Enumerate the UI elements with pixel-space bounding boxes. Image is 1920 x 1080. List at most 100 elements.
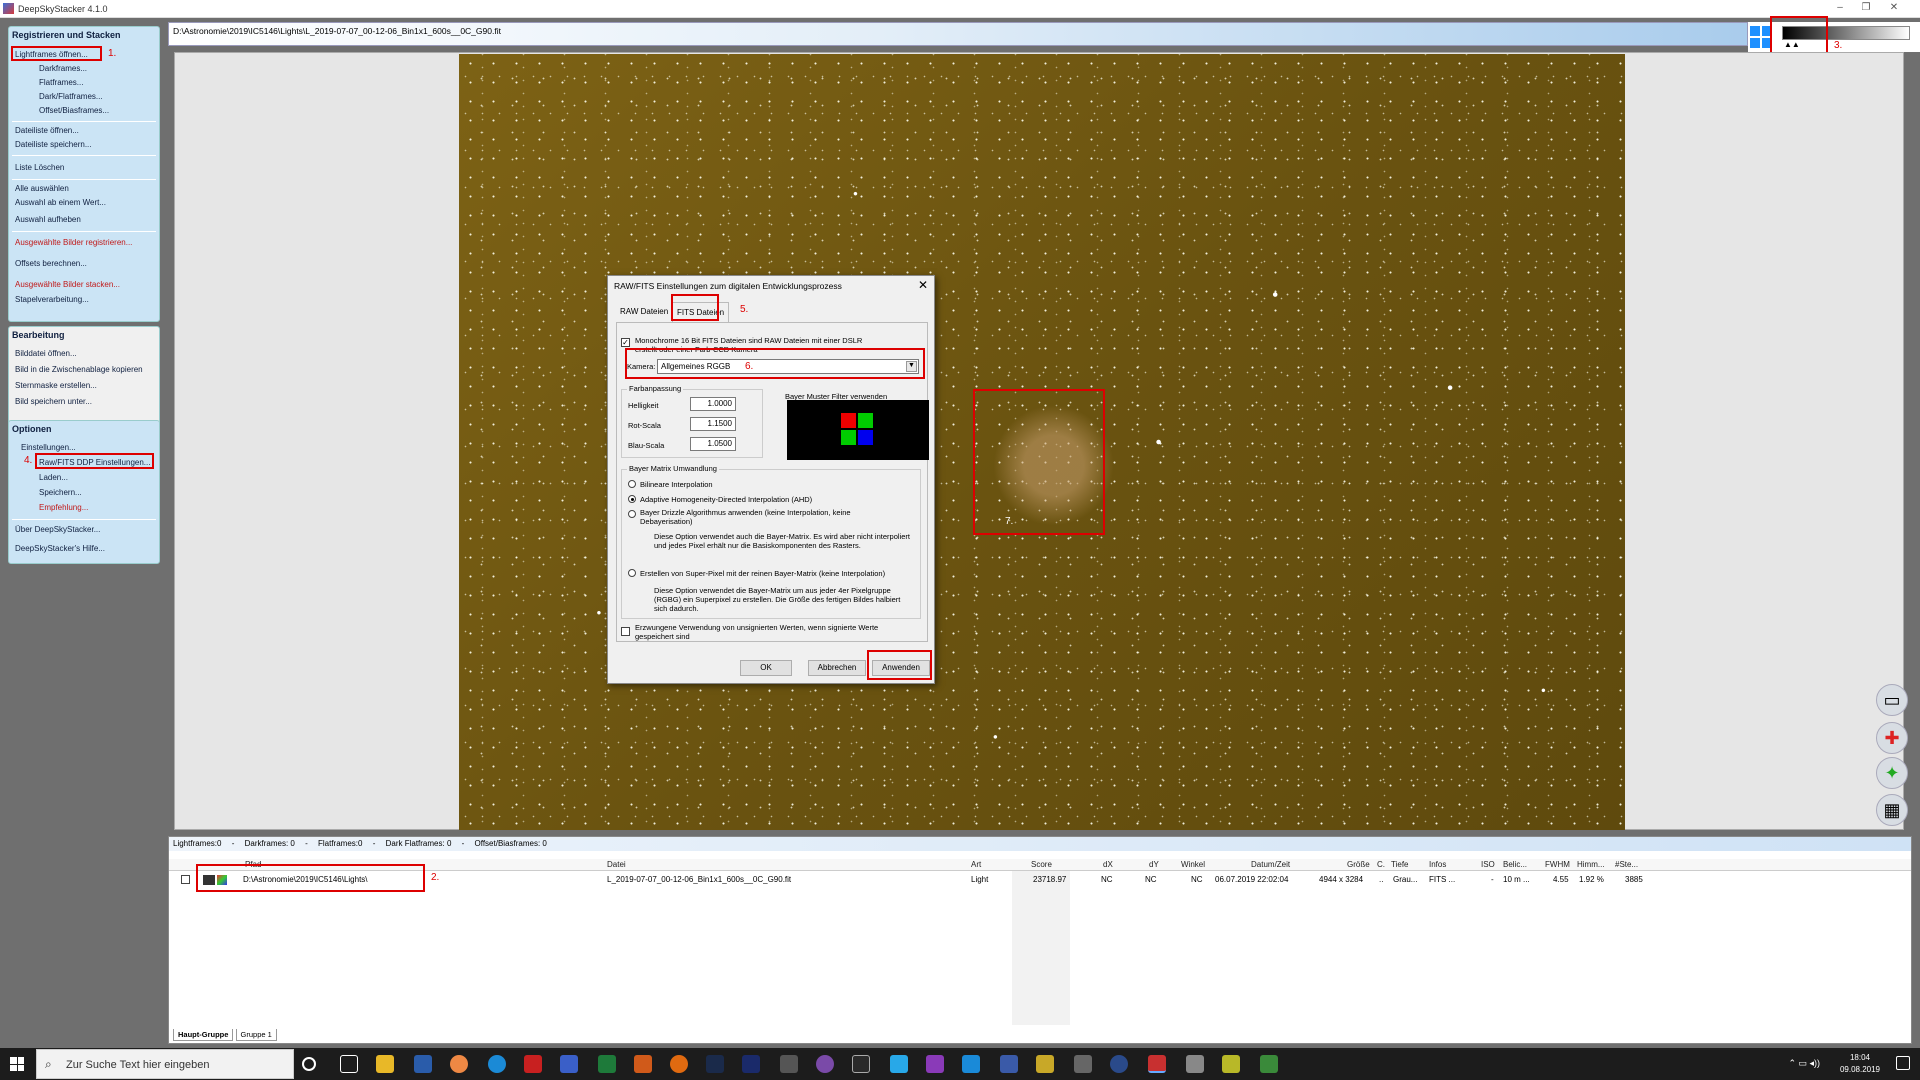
- col-datetime[interactable]: Datum/Zeit: [1251, 860, 1290, 869]
- app-icon[interactable]: [560, 1055, 578, 1073]
- about-link[interactable]: Über DeepSkyStacker...: [15, 525, 100, 534]
- steam-icon[interactable]: [706, 1055, 724, 1073]
- blue-scale-input[interactable]: 1.0500: [690, 437, 736, 451]
- brightness-input[interactable]: 1.0000: [690, 397, 736, 411]
- open-lightframes-link[interactable]: Lightframes öffnen...: [15, 50, 88, 59]
- copy-clipboard-link[interactable]: Bild in die Zwischenablage kopieren: [15, 365, 143, 374]
- superpixel-radio[interactable]: [628, 569, 636, 577]
- red-scale-input[interactable]: 1.1500: [690, 417, 736, 431]
- mail-icon[interactable]: [414, 1055, 432, 1073]
- app-icon[interactable]: [634, 1055, 652, 1073]
- file-explorer-icon[interactable]: [376, 1055, 394, 1073]
- bilinear-radio[interactable]: [628, 480, 636, 488]
- clear-list-link[interactable]: Liste Löschen: [15, 163, 64, 172]
- save-image-link[interactable]: Bild speichern unter...: [15, 397, 92, 406]
- restore-button[interactable]: ❐: [1856, 2, 1876, 16]
- app-icon[interactable]: [926, 1055, 944, 1073]
- camera-select[interactable]: Allgemeines RGGB ▼: [657, 359, 919, 374]
- app-icon[interactable]: [962, 1055, 980, 1073]
- col-depth[interactable]: Tiefe: [1391, 860, 1409, 869]
- notification-icon[interactable]: [1896, 1056, 1910, 1070]
- excel-icon[interactable]: [598, 1055, 616, 1073]
- cortana-icon[interactable]: [302, 1057, 316, 1071]
- ahd-radio[interactable]: [628, 495, 636, 503]
- windows-icon[interactable]: [1750, 26, 1772, 48]
- col-angle[interactable]: Winkel: [1181, 860, 1205, 869]
- chevron-down-icon[interactable]: ▼: [906, 361, 917, 372]
- compute-offsets-link[interactable]: Offsets berechnen...: [15, 259, 87, 268]
- monitor-icon[interactable]: ▭: [1876, 684, 1908, 716]
- taskbar-search[interactable]: ⌕ Zur Suche Text hier eingeben: [36, 1049, 294, 1079]
- star-tool-icon[interactable]: ✦: [1876, 757, 1908, 789]
- col-dy[interactable]: dY: [1149, 860, 1159, 869]
- task-view-icon[interactable]: [340, 1055, 358, 1073]
- app-icon[interactable]: [816, 1055, 834, 1073]
- col-c[interactable]: C.: [1377, 860, 1385, 869]
- close-button[interactable]: ✕: [1884, 2, 1904, 16]
- drizzle-radio[interactable]: [628, 510, 636, 518]
- col-file[interactable]: Datei: [607, 860, 626, 869]
- app-icon[interactable]: [1222, 1055, 1240, 1073]
- triangle-marker-icon[interactable]: ▲▲: [1784, 40, 1800, 49]
- open-image-link[interactable]: Bilddatei öffnen...: [15, 349, 77, 358]
- recommendation-link[interactable]: Empfehlung...: [39, 503, 88, 512]
- settings-link[interactable]: Einstellungen...: [21, 443, 76, 452]
- histogram-slider[interactable]: [1782, 26, 1910, 40]
- app-icon[interactable]: [1036, 1055, 1054, 1073]
- force-unsigned-checkbox[interactable]: [621, 627, 630, 636]
- col-type[interactable]: Art: [971, 860, 981, 869]
- windows-start-icon[interactable]: [10, 1057, 24, 1071]
- tab-group-1[interactable]: Gruppe 1: [235, 1029, 277, 1041]
- minimize-button[interactable]: –: [1830, 2, 1850, 16]
- save-link[interactable]: Speichern...: [39, 488, 82, 497]
- stack-selected-link[interactable]: Ausgewählte Bilder stacken...: [15, 280, 120, 289]
- col-score[interactable]: Score: [1031, 860, 1052, 869]
- save-filelist-link[interactable]: Dateiliste speichern...: [15, 140, 91, 149]
- star-mask-link[interactable]: Sternmaske erstellen...: [15, 381, 97, 390]
- col-fwhm[interactable]: FWHM: [1545, 860, 1570, 869]
- apply-button[interactable]: Anwenden: [872, 660, 930, 676]
- ok-button[interactable]: OK: [740, 660, 792, 676]
- col-dx[interactable]: dX: [1103, 860, 1113, 869]
- col-exposure[interactable]: Belic...: [1503, 860, 1527, 869]
- lightroom-icon[interactable]: [852, 1055, 870, 1073]
- col-sky[interactable]: Himm...: [1577, 860, 1605, 869]
- tab-raw-files[interactable]: RAW Dateien: [616, 302, 672, 322]
- deselect-link[interactable]: Auswahl aufheben: [15, 215, 81, 224]
- row-checkbox[interactable]: [181, 875, 190, 884]
- col-iso[interactable]: ISO: [1481, 860, 1495, 869]
- batch-processing-link[interactable]: Stapelverarbeitung...: [15, 295, 89, 304]
- chrome-icon[interactable]: [450, 1055, 468, 1073]
- app-icon[interactable]: [1074, 1055, 1092, 1073]
- app-icon[interactable]: [1186, 1055, 1204, 1073]
- darkframes-link[interactable]: Darkframes...: [39, 64, 87, 73]
- app-icon[interactable]: [670, 1055, 688, 1073]
- raw-fits-settings-link[interactable]: Raw/FITS DDP Einstellungen...: [39, 458, 150, 467]
- app-icon[interactable]: [1260, 1055, 1278, 1073]
- col-info[interactable]: Infos: [1429, 860, 1446, 869]
- mono-fits-checkbox[interactable]: ✓: [621, 338, 630, 347]
- select-threshold-link[interactable]: Auswahl ab einem Wert...: [15, 198, 106, 207]
- filezilla-icon[interactable]: [524, 1055, 542, 1073]
- flatframes-link[interactable]: Flatframes...: [39, 78, 83, 87]
- darkflatframes-link[interactable]: Dark/Flatframes...: [39, 92, 103, 101]
- tab-main-group[interactable]: Haupt-Gruppe: [173, 1029, 234, 1041]
- crosshair-icon[interactable]: ✚: [1876, 722, 1908, 754]
- col-stars[interactable]: #Ste...: [1615, 860, 1638, 869]
- dialog-close-icon[interactable]: ✕: [918, 278, 928, 292]
- offsetbias-link[interactable]: Offset/Biasframes...: [39, 106, 109, 115]
- deepskystacker-taskbar-icon[interactable]: [1148, 1055, 1166, 1073]
- clock[interactable]: 18:04 09.08.2019: [1840, 1052, 1880, 1076]
- register-selected-link[interactable]: Ausgewählte Bilder registrieren...: [15, 238, 132, 247]
- select-all-link[interactable]: Alle auswählen: [15, 184, 69, 193]
- snowflake-icon[interactable]: [890, 1055, 908, 1073]
- app-icon[interactable]: [1000, 1055, 1018, 1073]
- photoshop-icon[interactable]: [742, 1055, 760, 1073]
- col-size[interactable]: Größe: [1347, 860, 1370, 869]
- comet-icon[interactable]: ▦: [1876, 794, 1908, 826]
- col-path[interactable]: Pfad: [245, 860, 261, 869]
- open-filelist-link[interactable]: Dateiliste öffnen...: [15, 126, 79, 135]
- cancel-button[interactable]: Abbrechen: [808, 660, 866, 676]
- help-link[interactable]: DeepSkyStacker's Hilfe...: [15, 544, 105, 553]
- app-icon[interactable]: [780, 1055, 798, 1073]
